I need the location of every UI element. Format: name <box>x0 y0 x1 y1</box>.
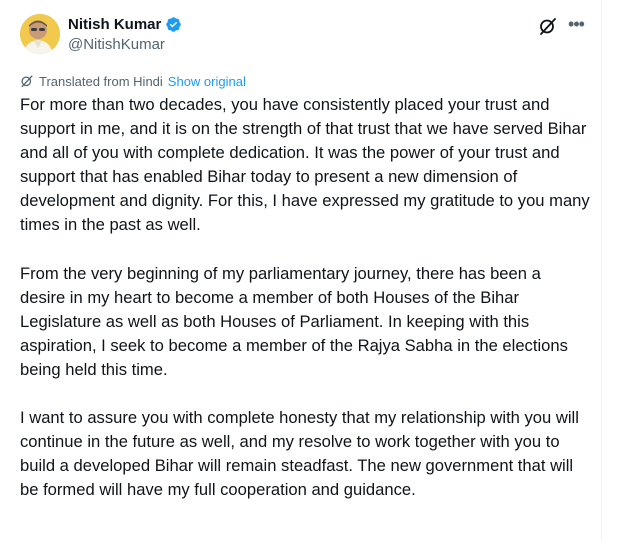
verified-badge-icon <box>166 17 182 32</box>
tweet-paragraph: I want to assure you with complete hones… <box>20 408 579 500</box>
translated-label: Translated from Hindi <box>39 73 163 89</box>
more-icon[interactable]: ••• <box>566 14 586 34</box>
show-original-link[interactable]: Show original <box>168 74 246 89</box>
display-name[interactable]: Nitish Kumar <box>68 16 161 33</box>
avatar[interactable] <box>20 14 60 54</box>
tweet-paragraph: For more than two decades, you have cons… <box>20 95 590 235</box>
translation-notice: Translated from Hindi Show original <box>20 72 246 90</box>
profile-photo-icon <box>20 14 60 54</box>
tweet-paragraph: From the very beginning of my parliament… <box>20 263 568 379</box>
author-handle[interactable]: @NitishKumar <box>68 36 165 53</box>
author-name-row: Nitish Kumar <box>68 16 182 33</box>
grok-icon[interactable] <box>538 16 558 36</box>
translate-icon <box>21 75 33 88</box>
tweet-card: Nitish Kumar @NitishKumar ••• Translated… <box>0 0 602 540</box>
tweet-text: For more than two decades, you have cons… <box>20 93 590 526</box>
tweet-header: Nitish Kumar @NitishKumar ••• <box>20 14 588 58</box>
